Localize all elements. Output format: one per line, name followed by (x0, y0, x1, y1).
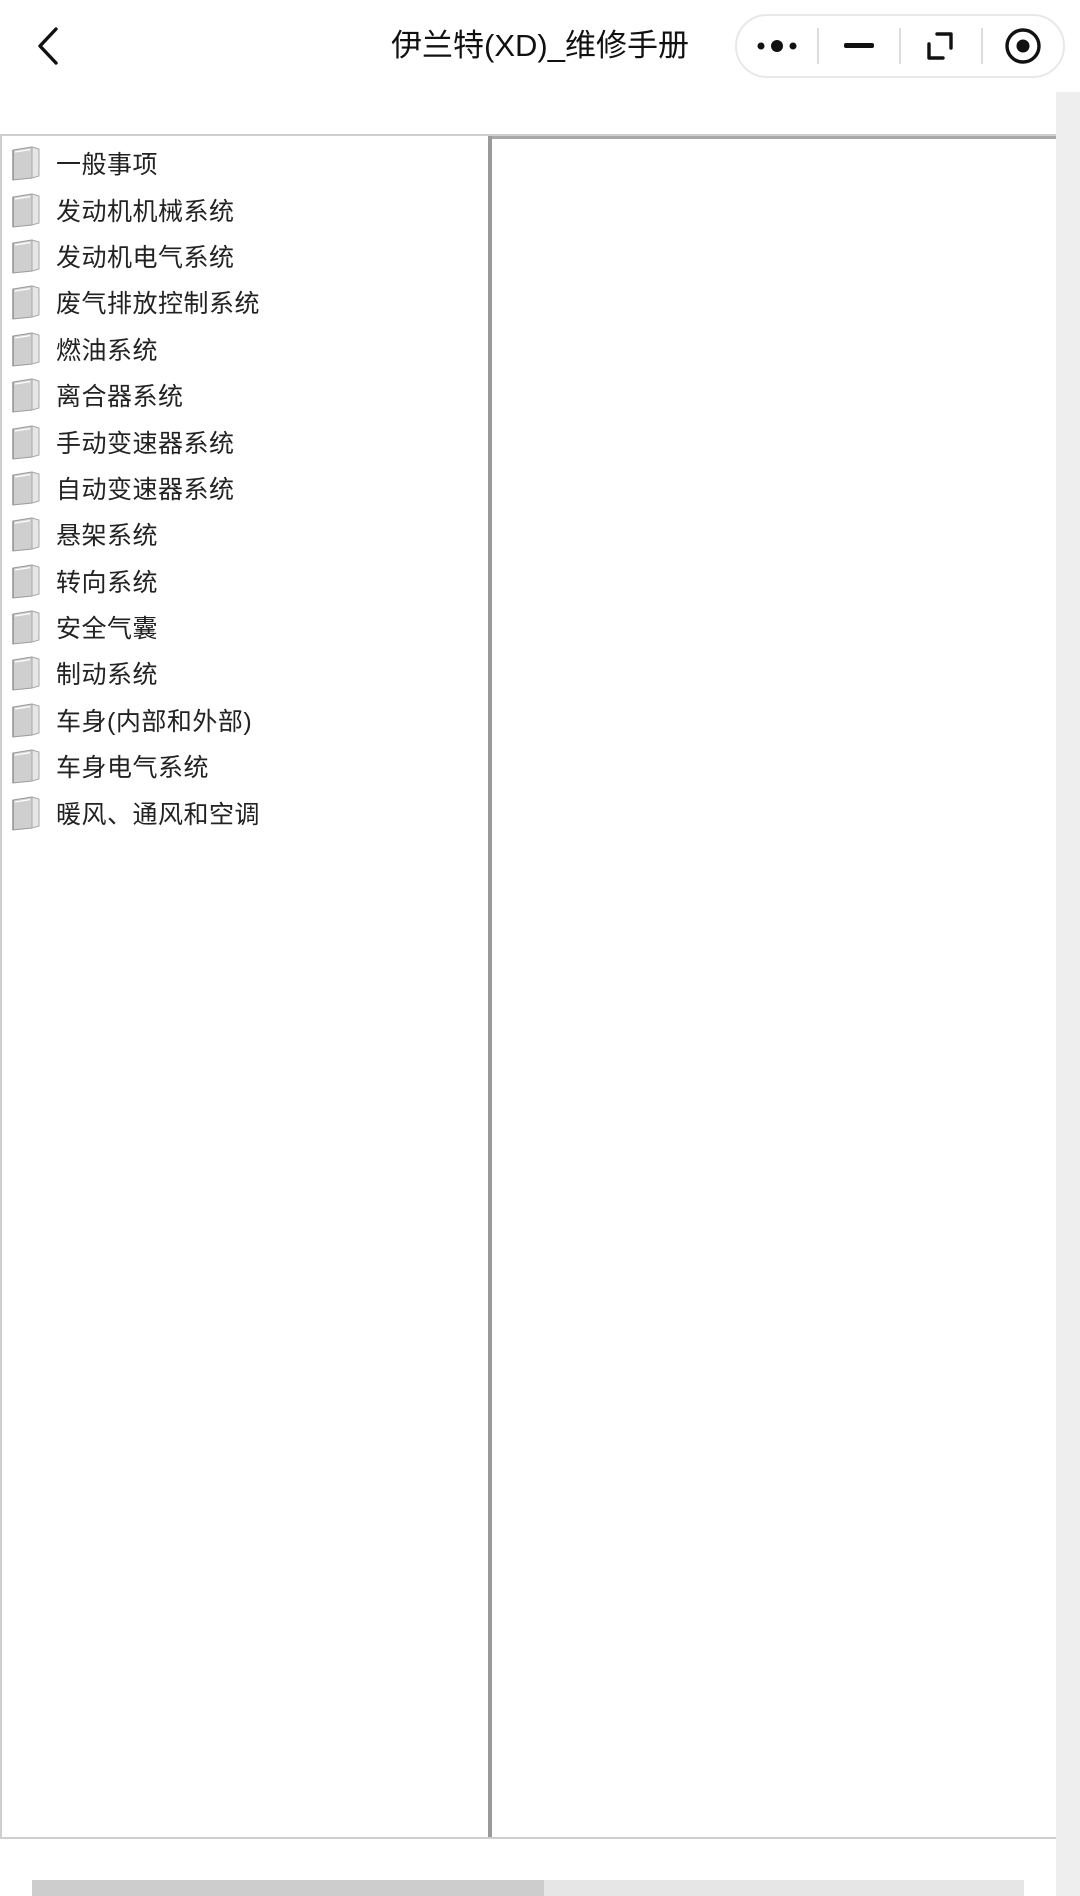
book-icon (12, 517, 40, 552)
book-icon (12, 424, 40, 460)
book-icon (12, 703, 40, 738)
toc-item-label: 安全气囊 (56, 615, 159, 644)
book-icon (12, 192, 40, 228)
book-icon (12, 471, 40, 506)
toc-item-label: 废气排放控制系统 (56, 290, 261, 319)
back-button[interactable] (24, 20, 72, 72)
toc-item-label: 发动机电气系统 (56, 243, 235, 272)
toc-item[interactable]: 燃油系统 (2, 326, 260, 372)
minimize-button[interactable] (819, 16, 899, 76)
toc-item-label: 手动变速器系统 (56, 429, 235, 458)
toc-item[interactable]: 废气排放控制系统 (2, 279, 260, 325)
book-icon (12, 239, 40, 274)
horizontal-scrollbar-thumb[interactable] (32, 1880, 544, 1896)
toc-item-label: 制动系统 (56, 661, 159, 690)
toc-item[interactable]: 发动机机械系统 (2, 186, 260, 232)
restore-button[interactable] (901, 16, 981, 76)
restore-window-icon (927, 32, 953, 60)
page-title: 伊兰特(XD)_维修手册 (391, 28, 689, 63)
toc-tree: 一般事项 发动机机械系统 发动机电气系统 废气排放控制系统 燃油系统 离合器系统… (2, 140, 260, 836)
toc-item-label: 离合器系统 (56, 383, 184, 412)
toc-item[interactable]: 自动变速器系统 (2, 465, 260, 511)
more-dots-icon (757, 40, 797, 52)
toc-item[interactable]: 悬架系统 (2, 511, 260, 557)
book-icon (12, 749, 40, 784)
close-circle-icon (1005, 28, 1041, 64)
document-content-pane (492, 136, 1056, 1837)
toc-item[interactable]: 制动系统 (2, 650, 260, 696)
book-icon (12, 610, 40, 645)
more-button[interactable] (737, 16, 817, 76)
toc-item-label: 暖风、通风和空调 (56, 800, 261, 829)
book-icon (12, 656, 40, 692)
book-icon (12, 564, 40, 599)
toc-item[interactable]: 一般事项 (2, 140, 260, 186)
content-viewport: 一般事项 发动机机械系统 发动机电气系统 废气排放控制系统 燃油系统 离合器系统… (0, 134, 1056, 1839)
toc-item-label: 燃油系统 (56, 336, 159, 365)
capsule-menu (735, 14, 1065, 78)
toc-item[interactable]: 安全气囊 (2, 604, 260, 650)
toc-item-label: 一般事项 (56, 151, 159, 180)
book-icon (12, 332, 40, 367)
vertical-scrollbar[interactable] (1056, 92, 1080, 1896)
minimize-icon (844, 43, 874, 48)
chevron-left-icon (38, 27, 58, 65)
toc-item[interactable]: 手动变速器系统 (2, 418, 260, 464)
toc-item-label: 转向系统 (56, 568, 159, 597)
close-button[interactable] (983, 16, 1063, 76)
toc-item[interactable]: 暖风、通风和空调 (2, 789, 260, 835)
toc-item[interactable]: 发动机电气系统 (2, 233, 260, 279)
book-icon (12, 146, 40, 181)
toc-item[interactable]: 离合器系统 (2, 372, 260, 418)
toc-item[interactable]: 转向系统 (2, 558, 260, 604)
toc-item-label: 自动变速器系统 (56, 475, 235, 504)
toc-item[interactable]: 车身(内部和外部) (2, 697, 260, 743)
toc-item-label: 车身电气系统 (56, 754, 210, 783)
book-icon (12, 378, 40, 413)
nav-bar: 伊兰特(XD)_维修手册 (0, 0, 1080, 100)
toc-item[interactable]: 车身电气系统 (2, 743, 260, 789)
toc-tree-pane[interactable]: 一般事项 发动机机械系统 发动机电气系统 废气排放控制系统 燃油系统 离合器系统… (0, 136, 490, 1837)
toc-item-label: 车身(内部和外部) (56, 707, 253, 736)
book-icon (12, 285, 40, 320)
toc-item-label: 悬架系统 (56, 522, 159, 551)
toc-item-label: 发动机机械系统 (56, 197, 235, 226)
book-icon (12, 795, 40, 831)
